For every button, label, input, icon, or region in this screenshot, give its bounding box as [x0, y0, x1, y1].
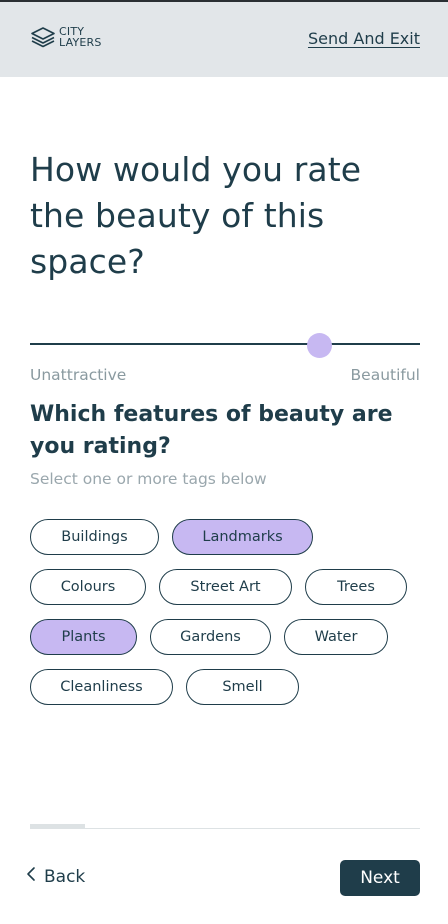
slider-max-label: Beautiful: [350, 366, 420, 384]
logo-wordmark: CITY LAYERS: [59, 26, 102, 48]
stacked-layers-icon: [30, 26, 56, 48]
tag-row: Buildings Landmarks: [30, 519, 422, 555]
tag-smell[interactable]: Smell: [186, 669, 299, 705]
header-bar: CITY LAYERS Send And Exit: [0, 2, 448, 77]
question-title: How would you rate the beauty of this sp…: [30, 150, 362, 281]
tag-water[interactable]: Water: [284, 619, 388, 655]
tag-plants[interactable]: Plants: [30, 619, 137, 655]
features-title: Which features of beauty are you rating?: [30, 402, 393, 459]
progress-track: [30, 828, 420, 829]
tag-buildings[interactable]: Buildings: [30, 519, 159, 555]
tag-landmarks[interactable]: Landmarks: [172, 519, 313, 555]
chevron-left-icon: [26, 866, 44, 887]
slider-thumb[interactable]: [306, 333, 332, 358]
back-button-label: Back: [44, 866, 86, 887]
slider-min-label: Unattractive: [30, 366, 127, 384]
tag-cleanliness[interactable]: Cleanliness: [30, 669, 173, 705]
tag-street-art[interactable]: Street Art: [159, 569, 292, 605]
tag-gardens[interactable]: Gardens: [150, 619, 271, 655]
next-button[interactable]: Next: [340, 860, 420, 896]
city-layers-logo[interactable]: CITY LAYERS: [30, 26, 102, 48]
progress-fill: [30, 824, 85, 829]
tag-row: Colours Street Art Trees: [30, 569, 422, 605]
send-and-exit-link[interactable]: Send And Exit: [308, 29, 420, 48]
beauty-rating-slider[interactable]: [30, 333, 420, 358]
slider-track[interactable]: [30, 343, 420, 345]
tag-trees[interactable]: Trees: [305, 569, 407, 605]
features-subtitle: Select one or more tags below: [30, 470, 267, 488]
back-button[interactable]: Back: [26, 866, 85, 887]
logo-line-2: LAYERS: [59, 36, 102, 49]
tag-row: Plants Gardens Water: [30, 619, 422, 655]
feature-tags: Buildings Landmarks Colours Street Art T…: [30, 519, 422, 719]
tag-row: Cleanliness Smell: [30, 669, 422, 705]
tag-colours[interactable]: Colours: [30, 569, 146, 605]
